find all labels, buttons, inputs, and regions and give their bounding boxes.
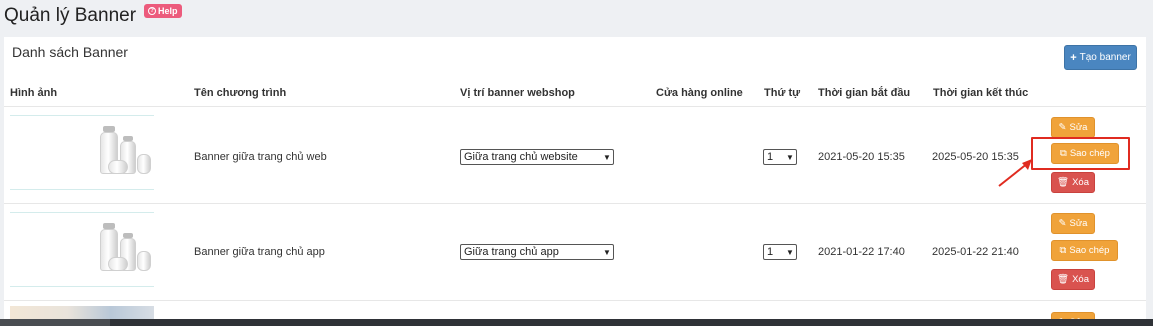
col-header-start-time: Thời gian bắt đầu <box>818 87 911 99</box>
program-name: Banner giữa trang chủ app <box>194 246 325 258</box>
pencil-icon: ✎ <box>1058 122 1067 133</box>
create-banner-label: Tạo banner <box>1079 52 1131 63</box>
copy-button-highlight <box>1031 137 1130 170</box>
create-banner-button[interactable]: + Tạo banner <box>1064 45 1137 70</box>
trash-icon: 🗑 <box>1057 177 1070 188</box>
delete-button[interactable]: 🗑 Xóa <box>1051 269 1095 290</box>
order-select[interactable]: 1 ▼ <box>763 244 797 260</box>
help-badge[interactable]: ? Help <box>144 4 182 18</box>
edit-button[interactable]: ✎ Sửa <box>1051 117 1095 138</box>
col-header-program-name: Tên chương trình <box>194 87 287 99</box>
thumbnail-art-text <box>10 121 90 167</box>
chevron-down-icon: ▼ <box>786 247 794 257</box>
page-header: Quản lý Banner ? Help <box>4 4 182 28</box>
page-title: Quản lý Banner <box>4 5 137 26</box>
banner-list-panel: Danh sách Banner + Tạo banner Hình ảnh T… <box>4 37 1146 326</box>
chevron-down-icon: ▼ <box>603 247 611 257</box>
question-circle-icon: ? <box>148 7 157 15</box>
delete-button[interactable]: 🗑 Xóa <box>1051 172 1095 193</box>
col-header-banner-position: Vị trí banner webshop <box>460 87 575 99</box>
row-divider <box>4 203 1146 204</box>
banner-thumbnail <box>10 115 154 190</box>
annotation-arrow-icon <box>998 159 1032 187</box>
plus-icon: + <box>1070 51 1077 64</box>
col-header-online-store: Cửa hàng online <box>656 87 743 99</box>
end-time: 2025-01-22 21:40 <box>932 246 1019 258</box>
col-header-image: Hình ảnh <box>10 87 58 99</box>
copy-icon: ⧉ <box>1059 245 1067 256</box>
col-header-end-time: Thời gian kết thúc <box>933 87 1029 99</box>
chevron-down-icon: ▼ <box>603 152 611 162</box>
copy-button[interactable]: ⧉ Sao chép <box>1051 240 1118 261</box>
chevron-down-icon: ▼ <box>786 152 794 162</box>
trash-icon: 🗑 <box>1057 274 1070 285</box>
bottom-bar <box>0 319 1153 326</box>
banner-thumbnail <box>10 212 154 287</box>
pencil-icon: ✎ <box>1058 218 1067 229</box>
start-time: 2021-05-20 15:35 <box>818 151 905 163</box>
position-select[interactable]: Giữa trang chủ website ▼ <box>460 149 614 165</box>
start-time: 2021-01-22 17:40 <box>818 246 905 258</box>
thumbnail-art-text <box>10 218 90 264</box>
panel-title: Danh sách Banner <box>12 44 128 60</box>
position-select[interactable]: Giữa trang chủ app ▼ <box>460 244 614 260</box>
order-select[interactable]: 1 ▼ <box>763 149 797 165</box>
header-divider <box>4 106 1146 107</box>
row-divider <box>4 300 1146 301</box>
help-label: Help <box>158 6 178 16</box>
program-name: Banner giữa trang chủ web <box>194 151 327 163</box>
edit-button[interactable]: ✎ Sửa <box>1051 213 1095 234</box>
col-header-order: Thứ tự <box>764 87 801 99</box>
